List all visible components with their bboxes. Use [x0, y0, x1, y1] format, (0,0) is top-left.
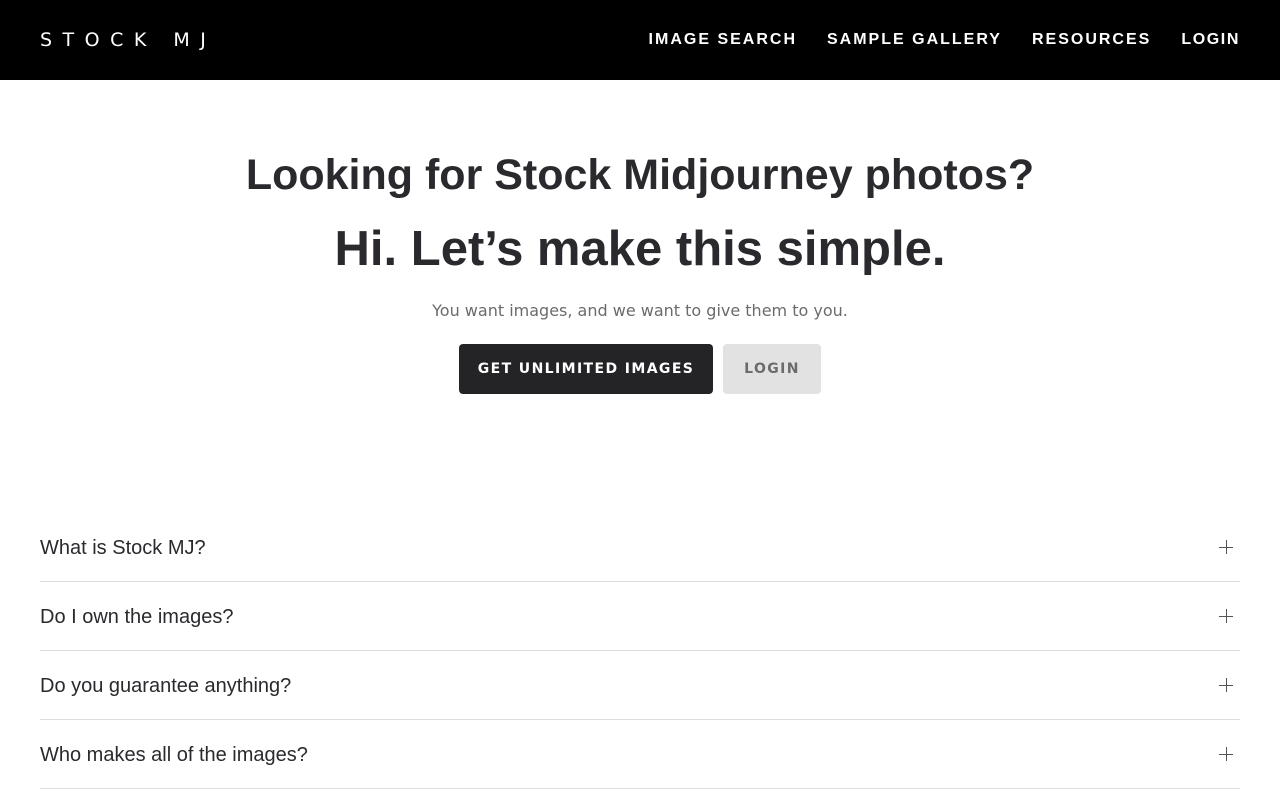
- faq-item-who-makes-images[interactable]: Who makes all of the images?: [40, 720, 1240, 789]
- plus-icon[interactable]: [1219, 609, 1233, 623]
- hero-title: Looking for Stock Midjourney photos?: [245, 151, 1035, 199]
- main-nav: IMAGE SEARCH SAMPLE GALLERY RESOURCES LO…: [649, 28, 1240, 52]
- hero-subtitle: Hi. Let’s make this simple.: [334, 222, 946, 276]
- nav-resources[interactable]: RESOURCES: [1032, 28, 1151, 52]
- hero-description: You want images, and we want to give the…: [432, 301, 848, 320]
- get-unlimited-images-button[interactable]: GET UNLIMITED IMAGES: [459, 344, 713, 394]
- hero-login-button[interactable]: LOGIN: [723, 344, 821, 394]
- faq-question: Who makes all of the images?: [40, 744, 308, 766]
- nav-image-search[interactable]: IMAGE SEARCH: [649, 28, 797, 52]
- faq-item-guarantee[interactable]: Do you guarantee anything?: [40, 651, 1240, 720]
- site-logo[interactable]: STOCK MJ: [40, 28, 216, 52]
- faq-question: What is Stock MJ?: [40, 537, 206, 559]
- faq-item-what-is-stock-mj[interactable]: What is Stock MJ?: [40, 513, 1240, 582]
- plus-icon[interactable]: [1219, 747, 1233, 761]
- site-header: STOCK MJ IMAGE SEARCH SAMPLE GALLERY RES…: [0, 0, 1280, 80]
- faq-item-own-images[interactable]: Do I own the images?: [40, 582, 1240, 651]
- faq-question: Do I own the images?: [40, 606, 234, 628]
- faq-question: Do you guarantee anything?: [40, 675, 292, 697]
- nav-login[interactable]: LOGIN: [1181, 28, 1240, 52]
- plus-icon[interactable]: [1219, 540, 1233, 554]
- faq-list: What is Stock MJ? Do I own the images? D…: [40, 513, 1240, 789]
- nav-sample-gallery[interactable]: SAMPLE GALLERY: [827, 28, 1002, 52]
- plus-icon[interactable]: [1219, 678, 1233, 692]
